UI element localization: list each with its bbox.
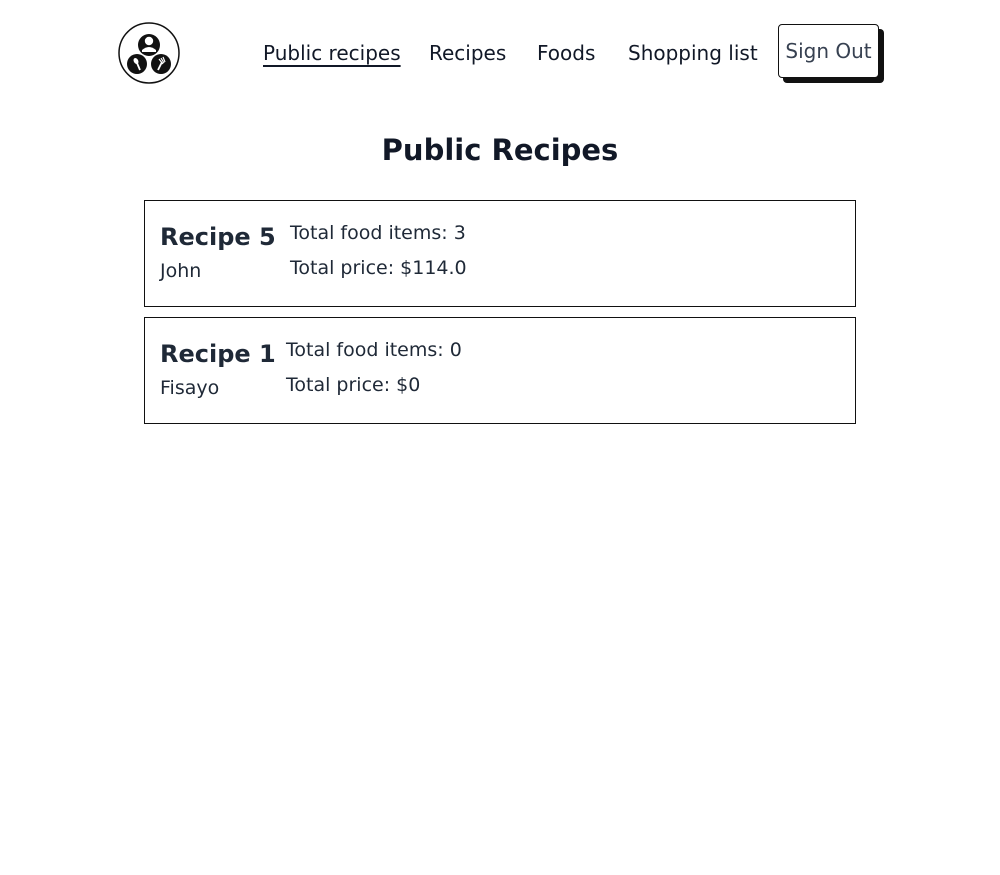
recipe-total-items: Total food items: 0 xyxy=(286,339,462,361)
recipe-author: Fisayo xyxy=(160,377,220,399)
recipe-name[interactable]: Recipe 5 xyxy=(160,221,276,253)
recipe-main: Recipe 1 Fisayo xyxy=(160,338,276,400)
recipe-total-price: Total price: $0 xyxy=(286,374,421,396)
sign-out-button[interactable]: Sign Out xyxy=(778,24,879,78)
recipe-card[interactable]: Recipe 5 John Total food items: 3 Total … xyxy=(144,200,856,307)
recipe-stats: Total food items: 3 Total price: $114.0 xyxy=(290,221,467,280)
recipe-total-items: Total food items: 3 xyxy=(290,222,466,244)
recipe-name[interactable]: Recipe 1 xyxy=(160,338,276,370)
recipe-author: John xyxy=(160,260,202,282)
page: Public recipes Recipes Foods Shopping li… xyxy=(0,0,1000,875)
recipe-card[interactable]: Recipe 1 Fisayo Total food items: 0 Tota… xyxy=(144,317,856,424)
nav-link-foods[interactable]: Foods xyxy=(537,39,595,67)
recipe-total-price: Total price: $114.0 xyxy=(290,257,467,279)
nav-link-public-recipes[interactable]: Public recipes xyxy=(263,39,401,67)
nav-link-shopping-list[interactable]: Shopping list xyxy=(628,39,758,67)
nav-link-recipes[interactable]: Recipes xyxy=(429,39,506,67)
recipe-stats: Total food items: 0 Total price: $0 xyxy=(286,338,462,397)
navbar: Public recipes Recipes Foods Shopping li… xyxy=(0,0,1000,106)
recipe-list: Recipe 5 John Total food items: 3 Total … xyxy=(144,200,856,434)
recipe-main: Recipe 5 John xyxy=(160,221,276,283)
page-title: Public Recipes xyxy=(381,133,619,167)
